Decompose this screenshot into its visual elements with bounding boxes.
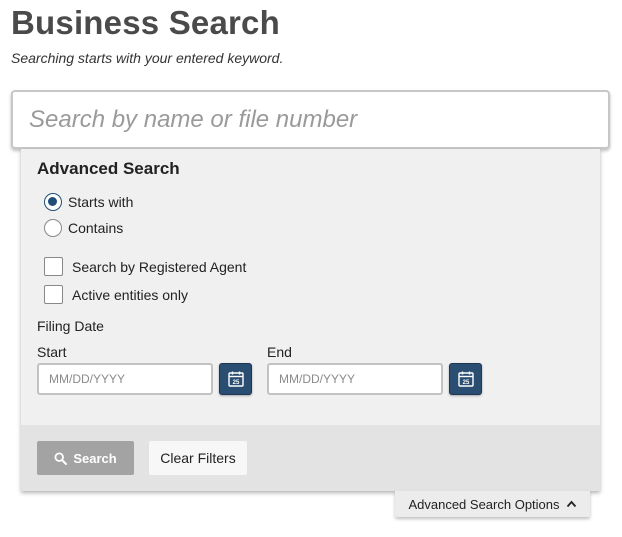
svg-text:25: 25 (232, 380, 239, 386)
advanced-search-title: Advanced Search (37, 159, 180, 178)
end-date-calendar-button[interactable]: 25 (449, 363, 482, 395)
advanced-search-body: Advanced Search Starts with Contains Sea… (21, 149, 600, 425)
chevron-up-icon (566, 500, 576, 508)
start-date-input[interactable] (37, 363, 213, 395)
radio-button[interactable] (44, 219, 62, 237)
page-subtitle: Searching starts with your entered keywo… (11, 50, 284, 66)
end-date-input[interactable] (267, 363, 443, 395)
radio-button-selected[interactable] (44, 193, 62, 211)
search-icon (54, 451, 68, 465)
page-title: Business Search (11, 4, 280, 41)
radio-contains-label: Contains (68, 220, 124, 236)
radio-contains[interactable]: Contains (44, 219, 123, 237)
checkbox-box[interactable] (44, 257, 63, 276)
advanced-search-options-label: Advanced Search Options (408, 496, 560, 512)
clear-filters-label: Clear Filters (160, 450, 236, 466)
checkbox-registered-agent-label: Search by Registered Agent (72, 258, 247, 275)
radio-starts-with-label: Starts with (68, 194, 134, 210)
checkbox-active-only[interactable]: Active entities only (44, 285, 188, 304)
checkbox-active-only-label: Active entities only (72, 286, 188, 303)
calendar-icon: 25 (457, 371, 474, 387)
end-date-label: End (267, 344, 292, 360)
checkbox-box[interactable] (44, 285, 63, 304)
checkbox-registered-agent[interactable]: Search by Registered Agent (44, 257, 246, 276)
calendar-icon: 25 (227, 371, 244, 387)
search-button-label: Search (73, 450, 117, 466)
start-date-calendar-button[interactable]: 25 (219, 363, 252, 395)
search-input[interactable] (11, 90, 610, 149)
search-button[interactable]: Search (37, 441, 134, 475)
advanced-search-options-toggle[interactable]: Advanced Search Options (395, 491, 590, 517)
advanced-search-panel: Advanced Search Starts with Contains Sea… (21, 149, 600, 491)
svg-text:25: 25 (462, 380, 469, 386)
clear-filters-button[interactable]: Clear Filters (149, 441, 247, 475)
start-date-label: Start (37, 344, 67, 360)
radio-starts-with[interactable]: Starts with (44, 193, 133, 211)
filing-date-label: Filing Date (37, 318, 104, 334)
advanced-search-footer: Search Clear Filters (21, 425, 600, 491)
